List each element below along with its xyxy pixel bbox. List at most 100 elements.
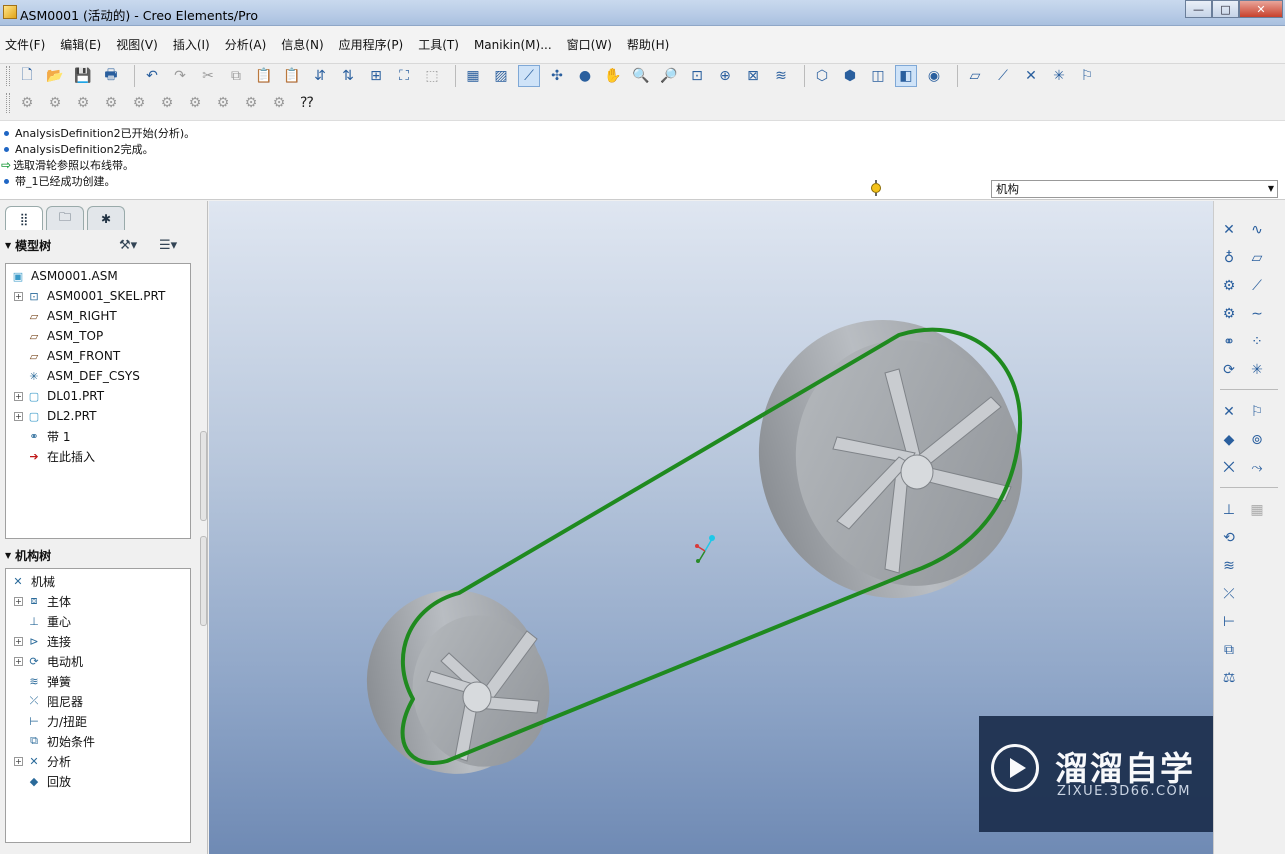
tree-item[interactable]: ◆ 回放 [14,772,71,790]
tab-folder-browser[interactable]: 🗀 [46,206,84,230]
tree-item[interactable]: ▣ ASM0001.ASM [10,267,118,285]
toolbar-grip[interactable] [6,92,10,113]
servo-motor-button[interactable]: ⟲ [1218,527,1240,549]
datum-csys-button[interactable]: ✳ [1048,65,1070,87]
tree-item[interactable]: ✳ ASM_DEF_CSYS [14,367,139,385]
binoculars-button[interactable]: ⛶ [393,65,415,87]
datum-plane-button[interactable]: ▱ [964,65,986,87]
drag-button[interactable]: ♁ [1218,247,1240,269]
csys-button[interactable]: ✳ [1246,359,1268,381]
shading-button[interactable]: ● [574,65,596,87]
mass-property-button[interactable]: ⚖ [1218,667,1240,689]
tree-item[interactable]: ▱ ASM_TOP [14,327,103,345]
tree-item[interactable]: + ⟳ 电动机 [14,652,83,670]
gravity-button[interactable]: ⊥ [1218,499,1240,521]
pan-button[interactable]: ✋ [602,65,624,87]
expand-icon[interactable]: + [14,391,23,401]
undo-button[interactable]: ↶ [141,65,163,87]
tree-item[interactable]: + ✕ 分析 [14,752,71,770]
tree-item[interactable]: + ▢ DL2.PRT [14,407,96,425]
print-button[interactable]: 🖶 [100,65,122,87]
refit-button[interactable]: ⊡ [686,65,708,87]
minimize-button[interactable]: — [1185,0,1212,18]
saved-views-button[interactable]: ⊠ [742,65,764,87]
tree-item[interactable]: + ⊡ ASM0001_SKEL.PRT [14,287,165,305]
initial-condition-button[interactable]: ⧉ [1218,639,1240,661]
analysis-button[interactable]: ✕ [1218,401,1240,423]
menu-analysis[interactable]: 分析(A) [225,34,267,55]
connection-button[interactable]: ⚙ [1218,275,1240,297]
axis-display-button[interactable]: ⟋ [518,64,540,87]
menu-insert[interactable]: 插入(I) [173,34,210,55]
datum-axis-button[interactable]: ⟋ [992,65,1014,87]
plane-display-button[interactable]: ▨ [490,65,512,87]
menu-file[interactable]: 文件(F) [5,34,45,55]
tab-model-tree[interactable]: ⣿ [5,206,43,230]
cut-button[interactable]: ✂ [197,65,219,87]
tree-item[interactable]: ⊢ 力/扭距 [14,712,87,730]
maximize-button[interactable]: □ [1212,0,1239,18]
panel-splitter[interactable] [200,536,207,626]
menu-applications[interactable]: 应用程序(P) [339,34,404,55]
regen-manager-button[interactable]: ⇅ [337,65,359,87]
menu-edit[interactable]: 编辑(E) [60,34,101,55]
collapse-icon[interactable]: ▼ [5,551,11,560]
selection-filter-select[interactable]: 机构 ▼ [991,180,1278,198]
point-display-button[interactable]: ✣ [546,65,568,87]
belt-button[interactable]: ⚭ [1218,331,1240,353]
annotation-button[interactable]: ⚐ [1246,401,1268,423]
expand-icon[interactable]: + [14,411,23,421]
redo-button[interactable]: ↷ [169,65,191,87]
spline-button[interactable]: ∿ [1246,219,1268,241]
motor-button[interactable]: ⟳ [1218,359,1240,381]
feature-2-button[interactable]: ⚙ [44,92,66,114]
expand-icon[interactable]: + [14,656,23,666]
gear-pair-button[interactable]: ⚙ [1218,303,1240,325]
tree-item[interactable]: ➔ 在此插入 [14,447,95,465]
feature-7-button[interactable]: ⚙ [184,92,206,114]
trace-button[interactable]: ⤳ [1246,457,1268,479]
select-box-button[interactable]: ⬚ [421,65,443,87]
toolbar-grip[interactable] [6,65,10,86]
tree-item[interactable]: ≋ 弹簧 [14,672,71,690]
tree-item[interactable]: ▱ ASM_FRONT [14,347,120,365]
paste-button[interactable]: 📋 [253,65,275,87]
tab-favorites[interactable]: ✱ [87,206,125,230]
feature-3-button[interactable]: ⚙ [72,92,94,114]
menu-window[interactable]: 窗口(W) [567,34,612,55]
model-tree-button[interactable]: ▦ [462,65,484,87]
feature-9-button[interactable]: ⚙ [240,92,262,114]
tree-item[interactable]: ✕ 机械 [10,572,55,590]
feature-1-button[interactable]: ⚙ [16,92,38,114]
status-light-icon[interactable] [870,180,882,196]
tree-item[interactable]: ⊥ 重心 [14,612,71,630]
tree-item[interactable]: ▱ ASM_RIGHT [14,307,117,325]
expand-icon[interactable]: + [14,291,23,301]
collapse-icon[interactable]: ▼ [5,241,11,250]
regenerate-button[interactable]: ⇵ [309,65,331,87]
expand-icon[interactable]: + [14,636,23,646]
plane-button[interactable]: ▱ [1246,247,1268,269]
no-hidden-button[interactable]: ◫ [867,65,889,87]
tree-item[interactable]: + ⧈ 主体 [14,592,71,610]
paste-special-button[interactable]: 📋 [281,65,303,87]
settings-icon[interactable]: ⚒▾ [119,238,137,253]
zoom-in-button[interactable]: 🔍 [630,65,652,87]
zoom-out-button[interactable]: 🔎 [658,65,680,87]
expand-icon[interactable]: + [14,756,23,766]
curve-button[interactable]: ∼ [1246,303,1268,325]
find-button[interactable]: ⊞ [365,65,387,87]
playback-button[interactable]: ◆ [1218,429,1240,451]
save-button[interactable]: 💾 [72,65,94,87]
mechanism-analysis-button[interactable]: ✕ [1218,219,1240,241]
menu-view[interactable]: 视图(V) [116,34,158,55]
orient-button[interactable]: ⊕ [714,65,736,87]
damper-button[interactable]: ⤫ [1218,583,1240,605]
tree-item[interactable]: ⚭ 带 1 [14,427,70,445]
close-button[interactable]: ✕ [1239,0,1283,18]
shaded-button[interactable]: ◧ [895,64,917,87]
hidden-line-button[interactable]: ⬢ [839,65,861,87]
show-menu-icon[interactable]: ☰▾ [159,238,177,253]
tree-item[interactable]: + ▢ DL01.PRT [14,387,104,405]
new-button[interactable]: 🗋 [16,65,38,87]
